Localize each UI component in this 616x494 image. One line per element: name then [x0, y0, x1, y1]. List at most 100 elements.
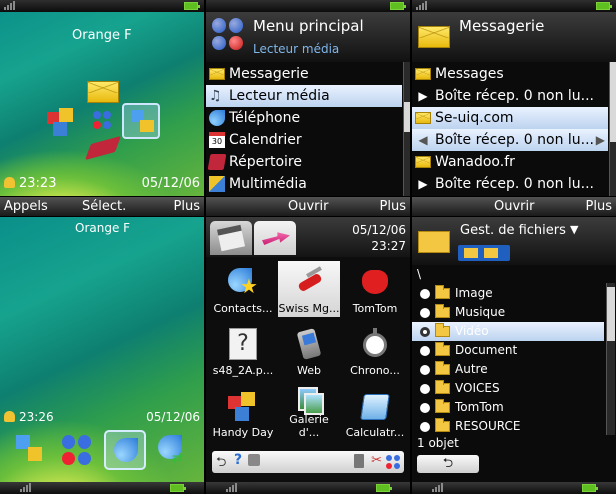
arrow-right-icon[interactable]: ▶	[596, 129, 605, 151]
softkey-center[interactable]: Ouvrir	[288, 197, 328, 216]
message-row[interactable]: ▶ Boîte récep. 0 non lu...	[412, 85, 608, 107]
object-count: 1 objet	[417, 436, 459, 450]
status-bar	[206, 0, 410, 12]
radio-button[interactable]	[420, 383, 430, 394]
arrow-right-icon: ▶	[418, 89, 428, 103]
tools-icon[interactable]: ✂	[371, 453, 382, 468]
folder-icon	[435, 285, 450, 299]
back-arrow-icon: ⮌	[442, 456, 454, 471]
folder-row[interactable]: Musique	[412, 303, 604, 322]
app-handy-day[interactable]: Handy Day	[212, 385, 274, 441]
scrollbar[interactable]	[403, 62, 410, 196]
folder-row[interactable]: Image	[412, 284, 604, 303]
phone-memory-icon[interactable]	[458, 245, 510, 261]
menu-item-lecteur-media[interactable]: ♫ Lecteur média	[206, 85, 402, 107]
status-bar	[0, 0, 204, 12]
message-row[interactable]: Wanadoo.fr	[412, 151, 608, 173]
grid-icon[interactable]	[386, 455, 400, 469]
calendar-blocks-icon[interactable]	[47, 108, 77, 136]
softkey-left[interactable]: Appels	[4, 197, 48, 216]
menu-item-calendrier[interactable]: 30 Calendrier	[206, 129, 402, 151]
app-swiss-manager[interactable]: Swiss Mg...	[278, 261, 340, 317]
path-label: \	[417, 267, 422, 281]
phone-switch-icon[interactable]: ⇄	[156, 433, 192, 467]
apps-screen: 05/12/06 23:27 ★ Contacts... Swiss Mg... …	[206, 217, 410, 482]
status-bar	[412, 0, 616, 12]
message-row[interactable]: ▶ Boîte récep. 0 non lu...	[412, 173, 608, 195]
softkey-right[interactable]: Plus	[380, 197, 406, 216]
clock-time: 23:26	[19, 410, 54, 424]
folder-row[interactable]: TomTom	[412, 398, 604, 417]
files-title: Gest. de fichiers	[460, 223, 566, 238]
chevron-down-icon[interactable]: ▼	[570, 223, 578, 236]
back-button[interactable]: ⮌	[417, 455, 479, 473]
folder-row[interactable]: VOICES	[412, 379, 604, 398]
app-web[interactable]: Web	[278, 323, 340, 379]
address-book-icon	[207, 154, 227, 170]
folder-row[interactable]: Document	[412, 341, 604, 360]
radio-button[interactable]	[420, 364, 430, 375]
cubes-icon[interactable]	[12, 433, 46, 467]
scrollbar[interactable]	[606, 283, 615, 435]
menu-item-messagerie[interactable]: Messagerie	[206, 63, 402, 85]
folder-icon	[435, 323, 450, 337]
folder-row[interactable]: Autre	[412, 360, 604, 379]
phone-icon	[209, 110, 225, 126]
app-tomtom[interactable]: TomTom	[344, 261, 406, 317]
home-screen-1: Orange F 23:23 05/12/06	[0, 0, 204, 196]
softkey-center[interactable]: Sélect.	[82, 197, 126, 216]
softkey-center[interactable]: Ouvrir	[494, 197, 534, 216]
app-calculator[interactable]: Calculatr...	[344, 385, 406, 441]
menu-subtitle: Lecteur média	[253, 42, 340, 56]
folder-row-selected[interactable]: Vidéo	[412, 322, 604, 341]
envelope-icon[interactable]	[87, 81, 119, 103]
app-gallery[interactable]: Galerie d'...	[278, 385, 340, 441]
battery-icon	[184, 2, 200, 10]
menu-item-repertoire[interactable]: Répertoire	[206, 151, 402, 173]
clock-time: 23:23	[19, 176, 57, 191]
app-contacts[interactable]: ★ Contacts...	[212, 261, 274, 317]
apps-top-bar: 05/12/06 23:27	[206, 217, 410, 257]
radio-button[interactable]	[420, 402, 430, 413]
back-icon[interactable]: ⮌	[216, 453, 226, 475]
help-icon[interactable]: ?	[234, 452, 242, 468]
apps-toolbar: ⮌ ? ✂	[212, 451, 404, 473]
signal-icon	[226, 483, 237, 492]
tab-tools[interactable]	[210, 221, 252, 255]
message-row[interactable]: Se-uiq.com	[412, 107, 608, 129]
message-row[interactable]: Messages	[412, 63, 608, 85]
trash-icon[interactable]	[354, 454, 364, 468]
menu-item-multimedia[interactable]: Multimédia	[206, 173, 402, 195]
app-chrono[interactable]: Chrono...	[344, 323, 406, 379]
envelope-icon	[209, 68, 225, 80]
apps-time: 23:27	[371, 239, 406, 253]
folder-icon	[418, 231, 450, 253]
folder-row[interactable]: RESOURCE	[412, 417, 604, 436]
softkey-right[interactable]: Plus	[174, 197, 200, 216]
cubes-icon[interactable]	[122, 103, 160, 139]
radio-button[interactable]	[420, 345, 430, 356]
scrollbar[interactable]	[609, 62, 616, 196]
menu-logo-icon	[212, 18, 244, 50]
radio-button[interactable]	[420, 288, 430, 299]
folder-icon	[435, 304, 450, 318]
star-phone-icon: ★	[226, 266, 260, 298]
battery-icon	[390, 2, 406, 10]
menu-title: Menu principal	[253, 17, 364, 35]
app-s48[interactable]: ? s48_2A.p...	[212, 323, 274, 379]
message-row[interactable]: ◀ Boîte récep. 0 non lu... ▶	[412, 129, 608, 151]
book-icon[interactable]	[85, 135, 121, 161]
calendar-icon: 30	[209, 132, 225, 148]
radio-button-checked[interactable]	[420, 326, 430, 337]
dots-icon[interactable]	[93, 111, 111, 129]
phone-shortcut-icon[interactable]	[104, 430, 146, 470]
softkey-right[interactable]: Plus	[586, 197, 612, 216]
dots-icon[interactable]	[62, 435, 92, 465]
radio-button[interactable]	[420, 421, 430, 432]
menu-item-telephone[interactable]: Téléphone	[206, 107, 402, 129]
alarm-icon	[4, 411, 15, 422]
home-screen-2: Orange F 23:26 05/12/06 ⇄	[0, 217, 204, 482]
wrench-icon[interactable]	[248, 454, 260, 466]
radio-button[interactable]	[420, 307, 430, 318]
tab-shortcuts[interactable]	[254, 221, 296, 255]
